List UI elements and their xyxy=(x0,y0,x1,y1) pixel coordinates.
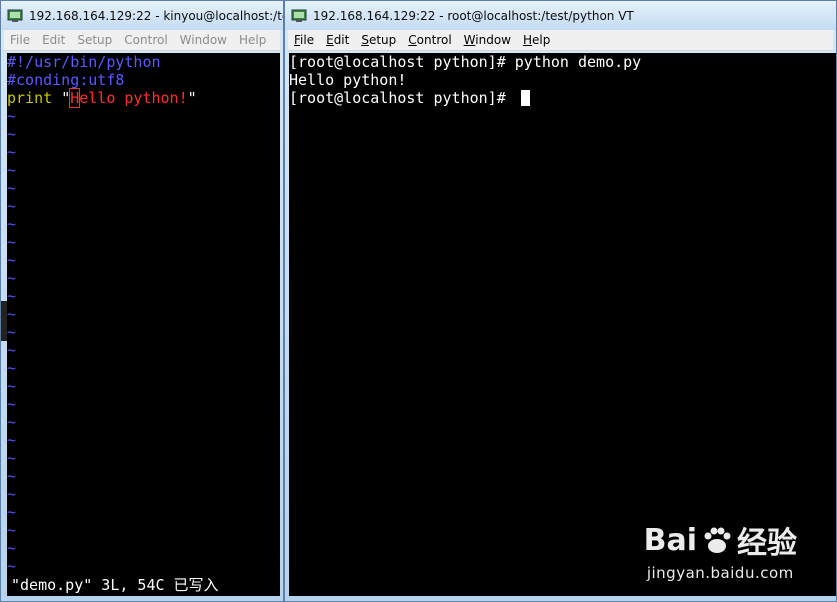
teraterm-window-editor[interactable]: 192.168.164.129:22 - kinyou@localhost:/t… xyxy=(0,0,284,602)
menu-control[interactable]: Control xyxy=(118,33,173,47)
terminal-line-3: [root@localhost python]# xyxy=(289,89,836,107)
tilde-marker: ~ xyxy=(7,125,17,143)
window-title: 192.168.164.129:22 - root@localhost:/tes… xyxy=(313,8,634,23)
tilde-marker: ~ xyxy=(7,557,17,575)
tilde-marker: ~ xyxy=(7,233,17,251)
terminal-line-2: Hello python! xyxy=(289,71,407,89)
menu-file[interactable]: File xyxy=(4,33,36,47)
menu-file[interactable]: File xyxy=(288,33,320,47)
title-bar[interactable]: 192.168.164.129:22 - root@localhost:/tes… xyxy=(285,1,836,30)
tilde-marker: ~ xyxy=(7,179,17,197)
menu-help[interactable]: Help xyxy=(233,33,272,47)
tilde-marker: ~ xyxy=(7,215,17,233)
terminal-cursor xyxy=(520,90,530,106)
tilde-marker: ~ xyxy=(7,323,17,341)
string-literal: ello python! xyxy=(79,89,188,107)
text-cursor: H xyxy=(69,88,81,108)
menu-setup[interactable]: Setup xyxy=(355,33,402,47)
tilde-marker: ~ xyxy=(7,485,17,503)
tilde-marker: ~ xyxy=(7,305,17,323)
menu-bar: File Edit Setup Control Window Help xyxy=(4,30,280,51)
teraterm-icon xyxy=(7,9,23,22)
empty-line-markers: ~ ~ ~ ~ ~ ~ ~ ~ ~ ~ ~ ~ ~ ~ ~ ~ ~ ~ ~ ~ ~ ~ ~ ~ ~ ~ xyxy=(7,107,280,575)
print-keyword: print xyxy=(7,89,53,107)
menu-window[interactable]: Window xyxy=(174,33,233,47)
menu-edit[interactable]: Edit xyxy=(36,33,71,47)
vim-editor-area[interactable]: #!/usr/bin/python #conding:utf8 print "H… xyxy=(7,53,280,596)
tilde-marker: ~ xyxy=(7,413,17,431)
tilde-marker: ~ xyxy=(7,539,17,557)
menu-control[interactable]: Control xyxy=(402,33,457,47)
title-bar[interactable]: 192.168.164.129:22 - kinyou@localhost:/t… xyxy=(1,1,283,30)
quote-open: " xyxy=(61,89,71,107)
tilde-marker: ~ xyxy=(7,269,17,287)
tilde-marker: ~ xyxy=(7,197,17,215)
teraterm-icon xyxy=(291,9,307,22)
tilde-marker: ~ xyxy=(7,287,17,305)
teraterm-window-shell[interactable]: 192.168.164.129:22 - root@localhost:/tes… xyxy=(284,0,837,602)
code-line-2: #conding:utf8 xyxy=(7,71,125,89)
code-line-3: print "Hello python!" xyxy=(7,88,280,108)
tilde-marker: ~ xyxy=(7,107,17,125)
tilde-marker: ~ xyxy=(7,431,17,449)
tilde-marker: ~ xyxy=(7,395,17,413)
menu-bar: File Edit Setup Control Window Help xyxy=(288,30,833,51)
terminal-line-1: [root@localhost python]# python demo.py xyxy=(289,53,642,71)
terminal-area[interactable]: [root@localhost python]# python demo.py … xyxy=(289,53,836,596)
tilde-marker: ~ xyxy=(7,161,17,179)
tilde-marker: ~ xyxy=(7,521,17,539)
vim-status-line: "demo.py" 3L, 54C 已写入 xyxy=(11,576,219,594)
menu-edit[interactable]: Edit xyxy=(320,33,355,47)
tilde-marker: ~ xyxy=(7,251,17,269)
menu-help[interactable]: Help xyxy=(517,33,556,47)
tilde-marker: ~ xyxy=(7,143,17,161)
tilde-marker: ~ xyxy=(7,467,17,485)
tilde-marker: ~ xyxy=(7,341,17,359)
tilde-marker: ~ xyxy=(7,377,17,395)
window-title: 192.168.164.129:22 - kinyou@localhost:/t… xyxy=(29,8,283,23)
tilde-marker: ~ xyxy=(7,359,17,377)
tilde-marker: ~ xyxy=(7,503,17,521)
code-line-1: #!/usr/bin/python xyxy=(7,53,161,71)
quote-close: " xyxy=(187,89,197,107)
tilde-marker: ~ xyxy=(7,449,17,467)
menu-window[interactable]: Window xyxy=(458,33,517,47)
shell-prompt: [root@localhost python]# xyxy=(289,89,515,107)
menu-setup[interactable]: Setup xyxy=(71,33,118,47)
